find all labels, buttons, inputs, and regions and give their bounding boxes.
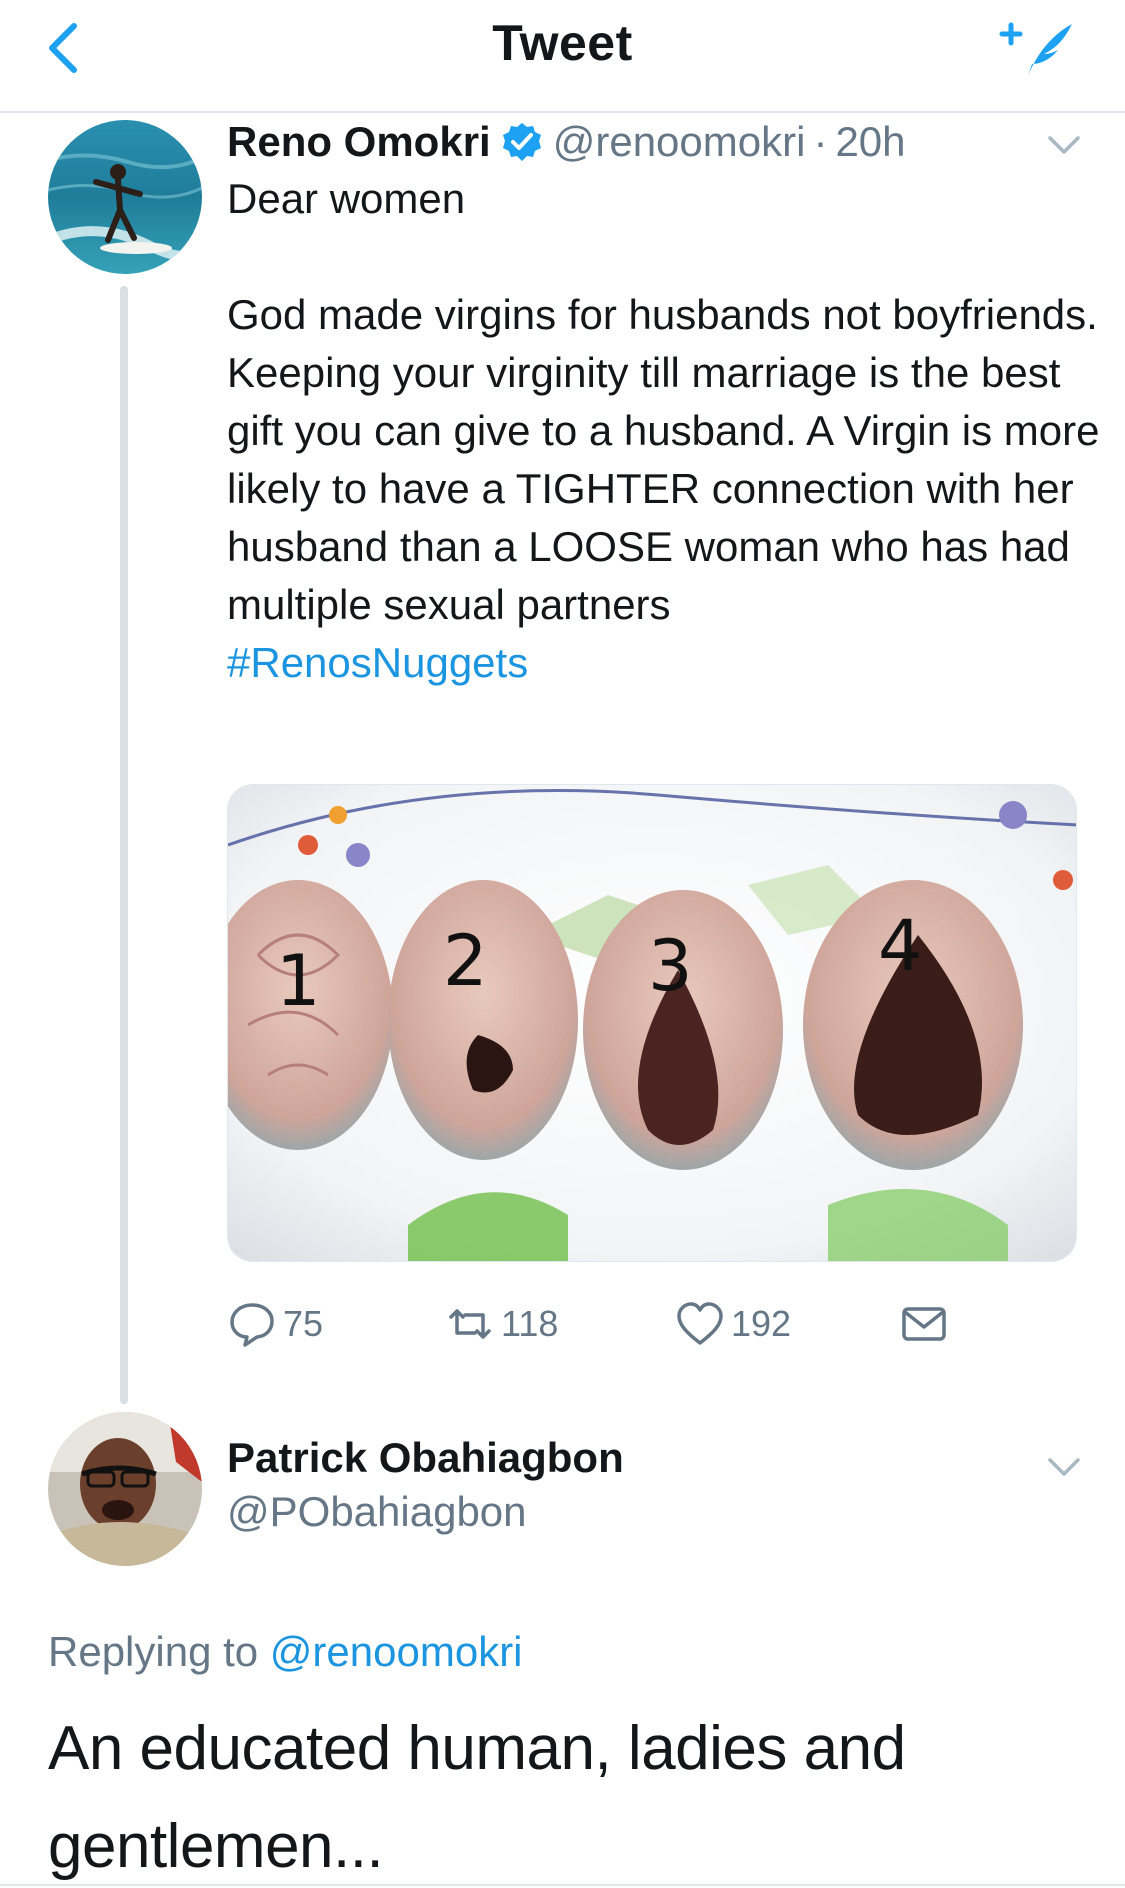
compose-feather-icon — [999, 22, 1072, 76]
author-handle[interactable]: @renoomokri — [553, 118, 806, 166]
svg-text:1: 1 — [276, 940, 321, 1022]
like-count: 192 — [731, 1303, 792, 1344]
author-avatar[interactable] — [48, 120, 202, 274]
reply-button[interactable]: 75 — [227, 1296, 323, 1352]
top-navigation-bar: Tweet — [0, 0, 1125, 113]
reply-author-avatar[interactable] — [48, 1412, 202, 1566]
reply-author-display-name[interactable]: Patrick Obahiagbon — [227, 1434, 624, 1482]
tweet-timestamp[interactable]: 20h — [835, 118, 905, 166]
replying-to-label: Replying to — [48, 1628, 270, 1675]
thread-connector-line — [120, 286, 128, 1404]
heart-icon — [677, 1302, 723, 1345]
tweet-media-image[interactable]: 1 2 3 4 — [227, 784, 1077, 1262]
divider — [0, 1884, 1125, 1886]
like-button[interactable]: 192 — [675, 1296, 791, 1352]
tweet-options-button[interactable] — [1044, 124, 1084, 164]
reply-author-handle[interactable]: @PObahiagbon — [227, 1488, 527, 1536]
retweet-button[interactable]: 118 — [445, 1296, 558, 1352]
svg-text:2: 2 — [443, 920, 488, 1002]
fish-steaks-photo: 1 2 3 4 — [228, 785, 1076, 1261]
author-display-name[interactable]: Reno Omokri — [227, 118, 491, 166]
verified-badge-icon — [502, 123, 541, 161]
replying-to-context: Replying to @renoomokri — [48, 1628, 523, 1676]
retweet-count: 118 — [501, 1303, 559, 1344]
chevron-down-icon — [1048, 136, 1080, 154]
reply-text: An educated human, ladies and gentlemen.… — [48, 1714, 906, 1881]
avatar-man-image — [48, 1412, 202, 1566]
page-title: Tweet — [492, 15, 633, 71]
svg-text:4: 4 — [878, 905, 923, 987]
separator-dot: · — [813, 118, 828, 165]
tweet-text: Dear women God made virgins for husbands… — [227, 170, 1107, 692]
replying-to-mention[interactable]: @renoomokri — [270, 1628, 523, 1675]
envelope-icon — [902, 1307, 946, 1341]
reply-bubble-icon — [230, 1303, 274, 1347]
reply-count: 75 — [283, 1303, 324, 1344]
tweet-text-greeting: Dear women — [227, 175, 466, 222]
retweet-icon — [449, 1309, 491, 1339]
tweet-action-bar: 75 118 192 — [227, 1296, 987, 1352]
reply-options-button[interactable] — [1044, 1446, 1084, 1486]
compose-tweet-button[interactable] — [998, 12, 1078, 84]
tweet-text-paragraph: God made virgins for husbands not boyfri… — [227, 291, 1100, 628]
chevron-down-icon — [1048, 1458, 1080, 1476]
avatar-surfer-image — [48, 120, 202, 274]
share-via-message-button[interactable] — [899, 1296, 955, 1352]
tweet-author-row: Reno Omokri @renoomokri · 20h — [227, 114, 906, 170]
hashtag-link[interactable]: #RenosNuggets — [227, 639, 528, 686]
svg-text:3: 3 — [648, 925, 693, 1007]
